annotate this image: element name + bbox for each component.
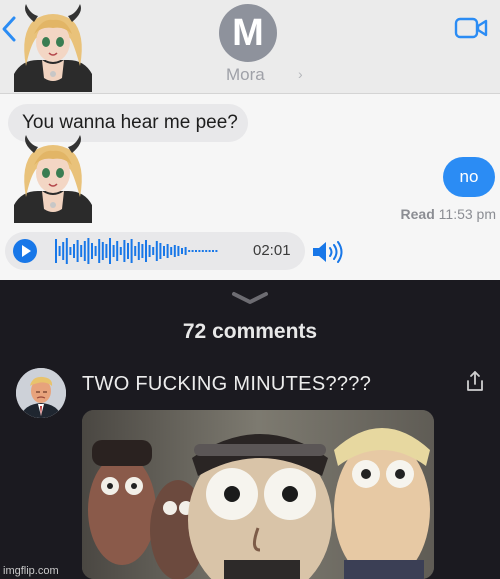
waveform-bar xyxy=(58,246,61,256)
waveform-bar xyxy=(112,245,115,257)
comment-text: TWO FUCKING MINUTES???? xyxy=(82,373,372,395)
waveform-bar xyxy=(116,241,119,261)
waveform-bar xyxy=(152,247,155,255)
waveform-bar xyxy=(173,245,176,257)
waveform-bar xyxy=(91,243,93,259)
read-time: 11:53 pm xyxy=(438,206,496,222)
outgoing-message-bubble[interactable]: no xyxy=(443,157,495,197)
contact-chevron-icon[interactable]: › xyxy=(298,66,303,82)
audio-message-bubble[interactable]: 02:01 xyxy=(5,232,305,270)
share-icon[interactable] xyxy=(465,370,485,392)
comments-count: 72 comments xyxy=(182,320,318,343)
waveform-bar xyxy=(170,247,173,255)
contact-name[interactable]: Mora xyxy=(226,65,265,85)
chevron-down-icon[interactable] xyxy=(228,290,272,306)
waveform-bar xyxy=(130,239,133,263)
audio-waveform[interactable] xyxy=(53,237,249,265)
speaker-icon[interactable] xyxy=(311,240,343,264)
waveform-dot xyxy=(208,250,211,252)
waveform-bar xyxy=(69,247,72,255)
waveform-bar xyxy=(80,245,83,257)
waveform-bar xyxy=(141,244,144,258)
waveform-dot xyxy=(201,250,204,252)
comments-panel: 72 comments TWO FUCKING MINUTES???? xyxy=(0,280,500,579)
comment-attached-image[interactable] xyxy=(82,410,434,579)
waveform-bar xyxy=(119,247,122,255)
anime-character-sticker xyxy=(14,4,92,92)
contact-avatar[interactable]: M xyxy=(219,4,277,62)
waveform-dot xyxy=(188,250,191,252)
waveform-bar xyxy=(123,240,126,262)
read-label: Read xyxy=(400,206,435,222)
waveform-bar xyxy=(148,245,151,257)
waveform-bar xyxy=(166,244,169,258)
waveform-bar xyxy=(65,238,68,264)
waveform-bar xyxy=(101,242,104,260)
commenter-avatar[interactable] xyxy=(16,368,66,418)
waveform-bar xyxy=(98,239,101,263)
waveform-bar xyxy=(105,244,108,258)
waveform-bar xyxy=(134,246,137,256)
waveform-bar xyxy=(137,242,140,260)
waveform-bar xyxy=(145,240,147,262)
message-screenshot: M Mora › You wanna hear me pee? no Read … xyxy=(0,0,500,280)
waveform-bar xyxy=(55,239,57,263)
audio-duration: 02:01 xyxy=(253,242,291,259)
waveform-bar xyxy=(159,243,162,259)
waveform-bar xyxy=(87,238,90,264)
play-icon xyxy=(22,245,31,257)
cartoon-reaction-image xyxy=(82,410,434,579)
waveform-bar xyxy=(184,247,187,255)
waveform-bar xyxy=(62,242,65,260)
waveform-dot xyxy=(195,250,197,252)
play-button[interactable] xyxy=(13,239,37,263)
waveform-dot xyxy=(198,250,201,252)
waveform-dot xyxy=(212,250,214,252)
waveform-bar xyxy=(109,238,111,264)
waveform-bar xyxy=(76,240,79,262)
waveform-bar xyxy=(73,244,75,258)
waveform-bar xyxy=(181,248,183,254)
anime-character-sticker xyxy=(14,135,92,223)
waveform-bar xyxy=(177,246,180,256)
read-receipt: Read 11:53 pm xyxy=(401,206,496,222)
waveform-dot xyxy=(191,250,194,252)
watermark: imgflip.com xyxy=(3,565,59,577)
waveform-bar xyxy=(94,246,97,256)
person-portrait-icon xyxy=(16,368,66,418)
waveform-bar xyxy=(155,241,158,261)
waveform-bar xyxy=(163,246,165,256)
video-call-icon[interactable] xyxy=(454,16,488,40)
waveform-dot xyxy=(205,250,208,252)
waveform-bar xyxy=(127,243,129,259)
waveform-dot xyxy=(215,250,218,252)
waveform-bar xyxy=(83,241,86,261)
